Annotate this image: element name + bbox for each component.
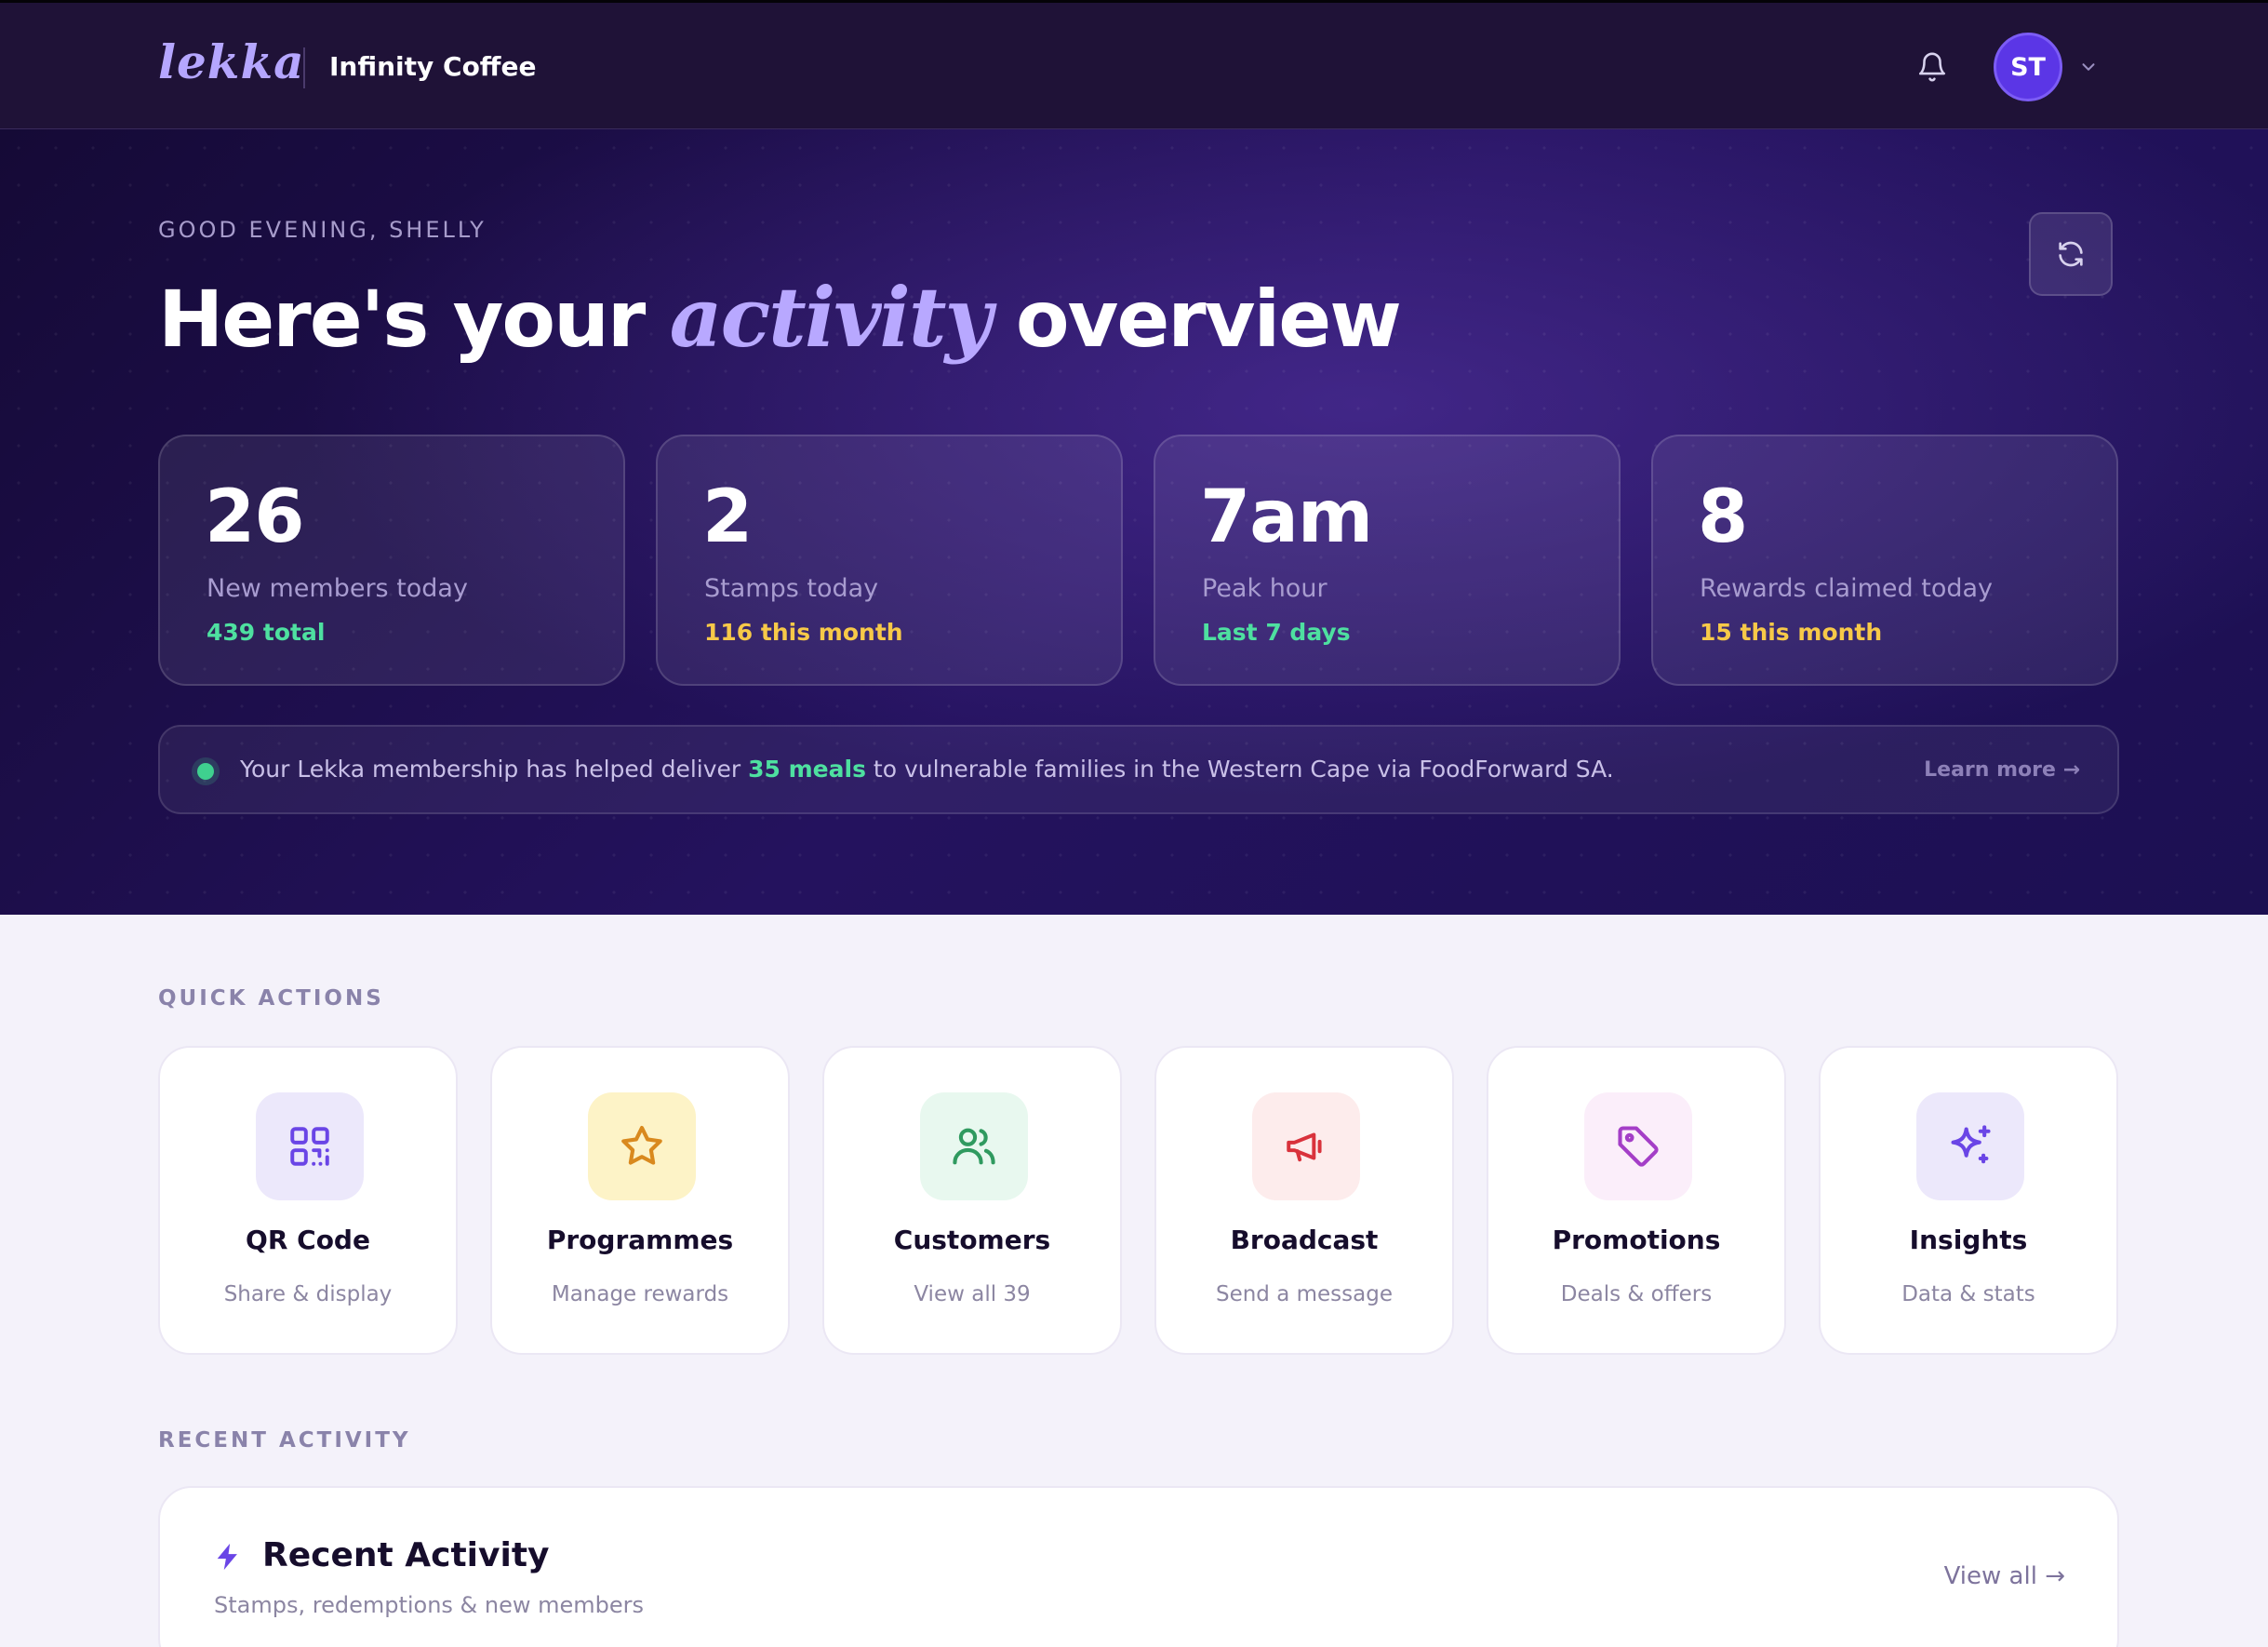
megaphone-icon	[1252, 1092, 1360, 1200]
stat-card-rewards: 8 Rewards claimed today 15 this month	[1651, 435, 2118, 686]
impact-banner: Your Lekka membership has helped deliver…	[158, 725, 2119, 814]
stat-sub: 15 this month	[1700, 619, 1883, 646]
quick-action-subtitle: Deals & offers	[1560, 1282, 1713, 1306]
stat-label: Rewards claimed today	[1700, 574, 1993, 603]
user-avatar[interactable]: ST	[1994, 33, 2062, 101]
recent-activity-subtitle: Stamps, redemptions & new members	[214, 1592, 645, 1618]
quick-action-title: Broadcast	[1230, 1225, 1379, 1255]
quick-action-subtitle: View all 39	[914, 1282, 1031, 1306]
top-bar: lekka Infinity Coffee ST	[0, 0, 2268, 129]
quick-action-customers[interactable]: Customers View all 39	[822, 1046, 1122, 1355]
sparkle-icon	[1916, 1092, 2024, 1200]
quick-action-title: Insights	[1909, 1225, 2028, 1255]
quick-action-programmes[interactable]: Programmes Manage rewards	[490, 1046, 790, 1355]
quick-action-title: Promotions	[1552, 1225, 1721, 1255]
greeting: GOOD EVENING, SHELLY	[158, 217, 487, 243]
stat-card-stamps: 2 Stamps today 116 this month	[656, 435, 1123, 686]
impact-text-pre: Your Lekka membership has helped deliver	[240, 756, 741, 783]
quick-action-subtitle: Manage rewards	[551, 1282, 729, 1306]
bell-icon[interactable]	[1916, 49, 1948, 85]
quick-action-title: Customers	[893, 1225, 1051, 1255]
impact-text: Your Lekka membership has helped deliver…	[240, 756, 1614, 783]
users-icon	[920, 1092, 1028, 1200]
qr-code-icon	[256, 1092, 364, 1200]
chevron-down-icon[interactable]	[2078, 57, 2099, 77]
status-dot	[197, 763, 214, 780]
headline-accent: activity	[669, 269, 993, 366]
quick-action-subtitle: Share & display	[223, 1282, 393, 1306]
tag-icon	[1584, 1092, 1692, 1200]
quick-action-insights[interactable]: Insights Data & stats	[1819, 1046, 2118, 1355]
refresh-button[interactable]	[2029, 212, 2113, 296]
recent-activity-title: Recent Activity	[262, 1536, 550, 1574]
lekka-logo[interactable]: lekka	[158, 34, 305, 89]
headline-pre: Here's your	[158, 274, 646, 365]
stat-card-new-members: 26 New members today 439 total	[158, 435, 625, 686]
hero-section: GOOD EVENING, SHELLY Here's your activit…	[0, 129, 2268, 915]
stat-sub: 116 this month	[704, 619, 903, 646]
quick-action-broadcast[interactable]: Broadcast Send a message	[1154, 1046, 1454, 1355]
recent-activity-card: Recent Activity Stamps, redemptions & ne…	[158, 1486, 2119, 1647]
logo-divider	[303, 47, 305, 88]
impact-highlight: 35 meals	[748, 756, 866, 783]
stat-sub: Last 7 days	[1202, 619, 1351, 646]
quick-action-qr-code[interactable]: QR Code Share & display	[158, 1046, 458, 1355]
stat-label: Peak hour	[1202, 574, 1327, 603]
stat-label: Stamps today	[704, 574, 879, 603]
quick-action-subtitle: Data & stats	[1901, 1282, 2035, 1306]
refresh-icon	[2059, 241, 2083, 267]
view-all-link[interactable]: View all →	[1944, 1562, 2065, 1590]
stat-value: 2	[702, 475, 753, 559]
quick-action-promotions[interactable]: Promotions Deals & offers	[1487, 1046, 1786, 1355]
star-icon	[588, 1092, 696, 1200]
learn-more-link[interactable]: Learn more →	[1924, 758, 2080, 782]
stat-sub: 439 total	[207, 619, 326, 646]
quick-actions-label: QUICK ACTIONS	[158, 986, 384, 1011]
stat-card-peak-hour: 7am Peak hour Last 7 days	[1154, 435, 1621, 686]
recent-activity-label: RECENT ACTIVITY	[158, 1428, 411, 1453]
stat-value: 26	[205, 475, 305, 559]
quick-action-subtitle: Send a message	[1215, 1282, 1393, 1306]
stat-value: 7am	[1200, 475, 1373, 559]
lightning-icon	[217, 1543, 237, 1571]
impact-text-post: to vulnerable families in the Western Ca…	[873, 756, 1614, 783]
stat-label: New members today	[207, 574, 468, 603]
headline-post: overview	[1015, 274, 1402, 365]
stat-value: 8	[1698, 475, 1748, 559]
quick-action-title: QR Code	[246, 1225, 370, 1255]
page-title: Here's your activity overview	[158, 269, 1402, 366]
quick-action-title: Programmes	[546, 1225, 734, 1255]
shop-name[interactable]: Infinity Coffee	[329, 51, 536, 82]
